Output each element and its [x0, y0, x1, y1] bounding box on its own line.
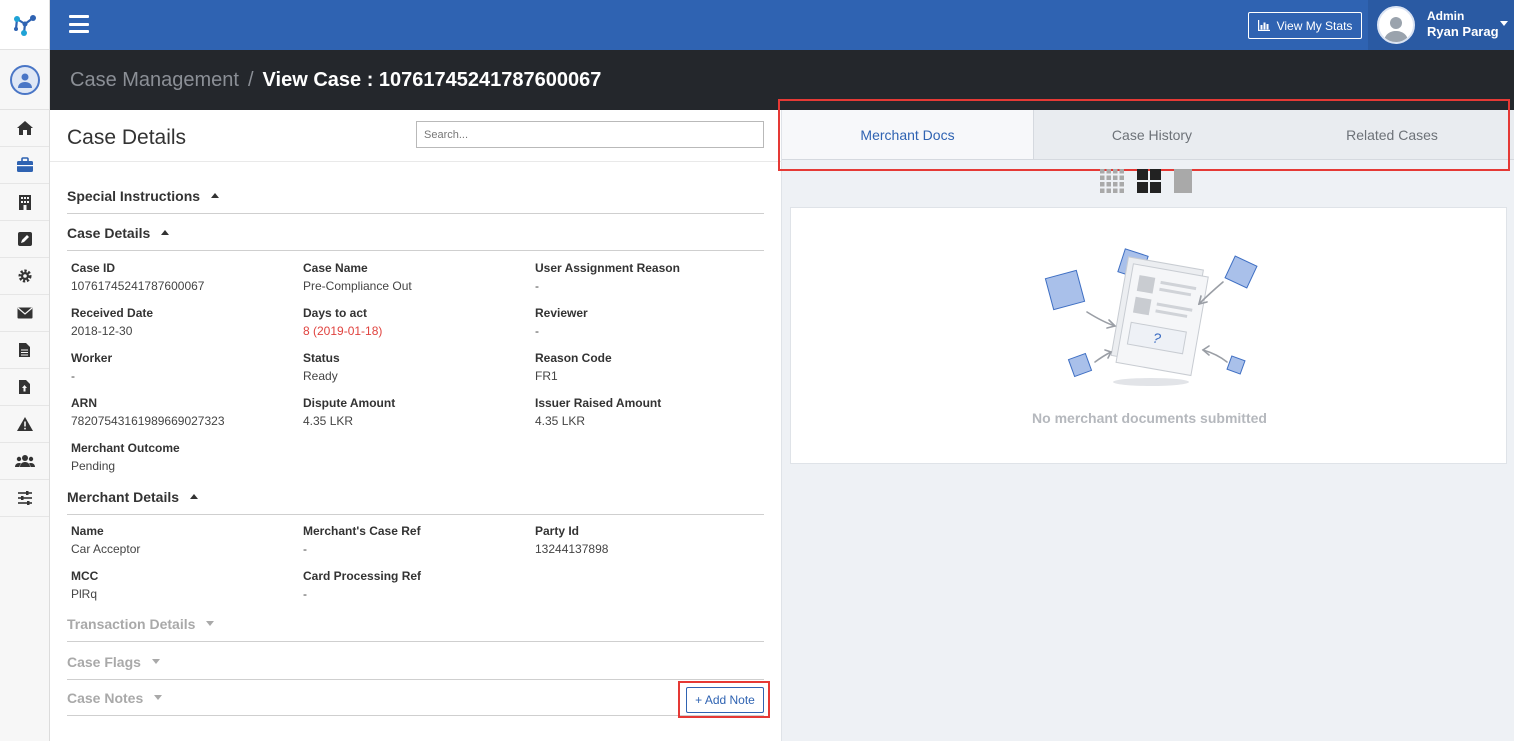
user-avatar-icon [9, 64, 40, 95]
section-case-flags[interactable]: Case Flags [67, 644, 764, 680]
field-arn: ARN 78207543161989669027323 [71, 396, 225, 428]
tab-case-history[interactable]: Case History [1034, 110, 1270, 159]
field-case-id: Case ID 10761745241787600067 [71, 261, 205, 293]
envelope-icon [17, 307, 32, 319]
documents-card: ? No merchant documents submitted [790, 207, 1507, 464]
field-issuer-raised-amount: Issuer Raised Amount 4.35 LKR [535, 396, 662, 428]
top-bar: View My Stats Admin Ryan Parag [50, 0, 1514, 50]
empty-documents-illustration: ? [1044, 248, 1258, 386]
sidebar-profile[interactable] [0, 50, 49, 110]
user-name: Ryan Parag [1427, 24, 1499, 40]
user-menu[interactable]: Admin Ryan Parag [1368, 0, 1514, 50]
field-status: Status Ready [303, 351, 340, 383]
view-my-stats-label: View My Stats [1276, 18, 1353, 33]
field-user-assignment-reason: User Assignment Reason - [535, 261, 680, 293]
gear-icon [18, 269, 31, 283]
sidebar-item-users[interactable] [0, 443, 49, 480]
tab-related-cases[interactable]: Related Cases [1270, 110, 1514, 159]
grid-large-icon[interactable] [1137, 169, 1161, 193]
merchant-details-fields: Name Car Acceptor Merchant's Case Ref - Pa… [71, 525, 764, 615]
page-title: View Case : 10761745241787600067 [262, 68, 602, 91]
caret-up-icon [190, 494, 199, 499]
section-title: Transaction Details [67, 615, 196, 632]
section-transaction-details[interactable]: Transaction Details [67, 606, 764, 642]
section-title: Special Instructions [67, 187, 201, 204]
field-dispute-amount: Dispute Amount 4.35 LKR [303, 396, 396, 428]
highlight-box [678, 681, 770, 718]
menu-toggle-icon[interactable] [69, 15, 89, 33]
caret-down-icon [154, 695, 163, 700]
field-worker: Worker - [71, 351, 113, 383]
grid-small-icon[interactable] [1100, 169, 1124, 193]
tab-bar: Merchant Docs Case History Related Cases [782, 110, 1514, 160]
sidebar-item-filters[interactable] [0, 480, 49, 517]
case-details-panel: Case Details Special Instructions Case D… [50, 110, 782, 741]
view-mode-toggles [1100, 169, 1192, 193]
panel-title: Case Details [67, 126, 187, 149]
view-my-stats-button[interactable]: View My Stats [1248, 12, 1362, 39]
divider [50, 161, 782, 162]
sidebar-item-cases[interactable] [0, 147, 49, 184]
breadcrumb-separator: / [247, 68, 254, 91]
sidebar-item-edit[interactable] [0, 221, 49, 258]
section-merchant-details[interactable]: Merchant Details [67, 479, 764, 515]
search-input[interactable] [416, 121, 764, 148]
user-avatar-icon [1377, 6, 1415, 44]
section-title: Case Notes [67, 689, 144, 706]
bar-chart-icon [1257, 20, 1270, 31]
sliders-icon [17, 491, 32, 505]
section-case-details[interactable]: Case Details [67, 215, 764, 251]
edit-icon [17, 232, 32, 246]
case-details-fields: Case ID 10761745241787600067 Case Name Pre… [71, 262, 764, 487]
sidebar-item-alerts[interactable] [0, 406, 49, 443]
building-icon [18, 195, 31, 210]
breadcrumb-root-link[interactable]: Case Management [70, 69, 239, 92]
chevron-down-icon [1500, 21, 1508, 26]
warning-icon [16, 417, 33, 431]
field-reason-code: Reason Code FR1 [535, 351, 612, 383]
field-party-id: Party Id 13244137898 [535, 524, 609, 556]
caret-down-icon [151, 659, 160, 664]
field-merchant-name: Name Car Acceptor [71, 524, 141, 556]
users-icon [14, 455, 35, 467]
sidebar-item-documents[interactable] [0, 332, 49, 369]
field-days-to-act: Days to act 8 (2019-01-18) [303, 306, 383, 338]
sidebar-item-home[interactable] [0, 110, 49, 147]
field-merchant-case-ref: Merchant's Case Ref - [303, 524, 421, 556]
caret-up-icon [211, 193, 220, 198]
section-title: Case Details [67, 224, 151, 241]
file-upload-icon [19, 380, 30, 394]
breadcrumb: Case Management / View Case : 1076174524… [50, 50, 1514, 110]
sidebar-item-organizations[interactable] [0, 184, 49, 221]
left-nav-sidebar [0, 0, 50, 741]
user-role: Admin [1427, 9, 1465, 24]
sidebar-item-upload[interactable] [0, 369, 49, 406]
briefcase-icon [16, 157, 33, 172]
tab-merchant-docs[interactable]: Merchant Docs [782, 110, 1034, 159]
sidebar-item-settings[interactable] [0, 258, 49, 295]
document-icon [19, 343, 30, 357]
empty-state-message: No merchant documents submitted [1032, 410, 1267, 426]
home-icon [16, 121, 33, 135]
app-logo[interactable] [0, 0, 49, 50]
caret-up-icon [161, 230, 170, 235]
field-received-date: Received Date 2018-12-30 [71, 306, 154, 338]
section-special-instructions[interactable]: Special Instructions [67, 178, 764, 214]
section-title: Case Flags [67, 653, 141, 670]
sidebar-item-mail[interactable] [0, 295, 49, 332]
section-title: Merchant Details [67, 488, 180, 505]
documents-panel: Merchant Docs Case History Related Cases [778, 99, 1514, 741]
field-reviewer: Reviewer - [535, 306, 588, 338]
logo-icon [13, 14, 36, 36]
single-page-icon[interactable] [1174, 169, 1192, 193]
section-case-notes[interactable]: Case Notes [67, 680, 764, 716]
caret-down-icon [206, 621, 215, 626]
field-case-name: Case Name Pre-Compliance Out [303, 261, 412, 293]
